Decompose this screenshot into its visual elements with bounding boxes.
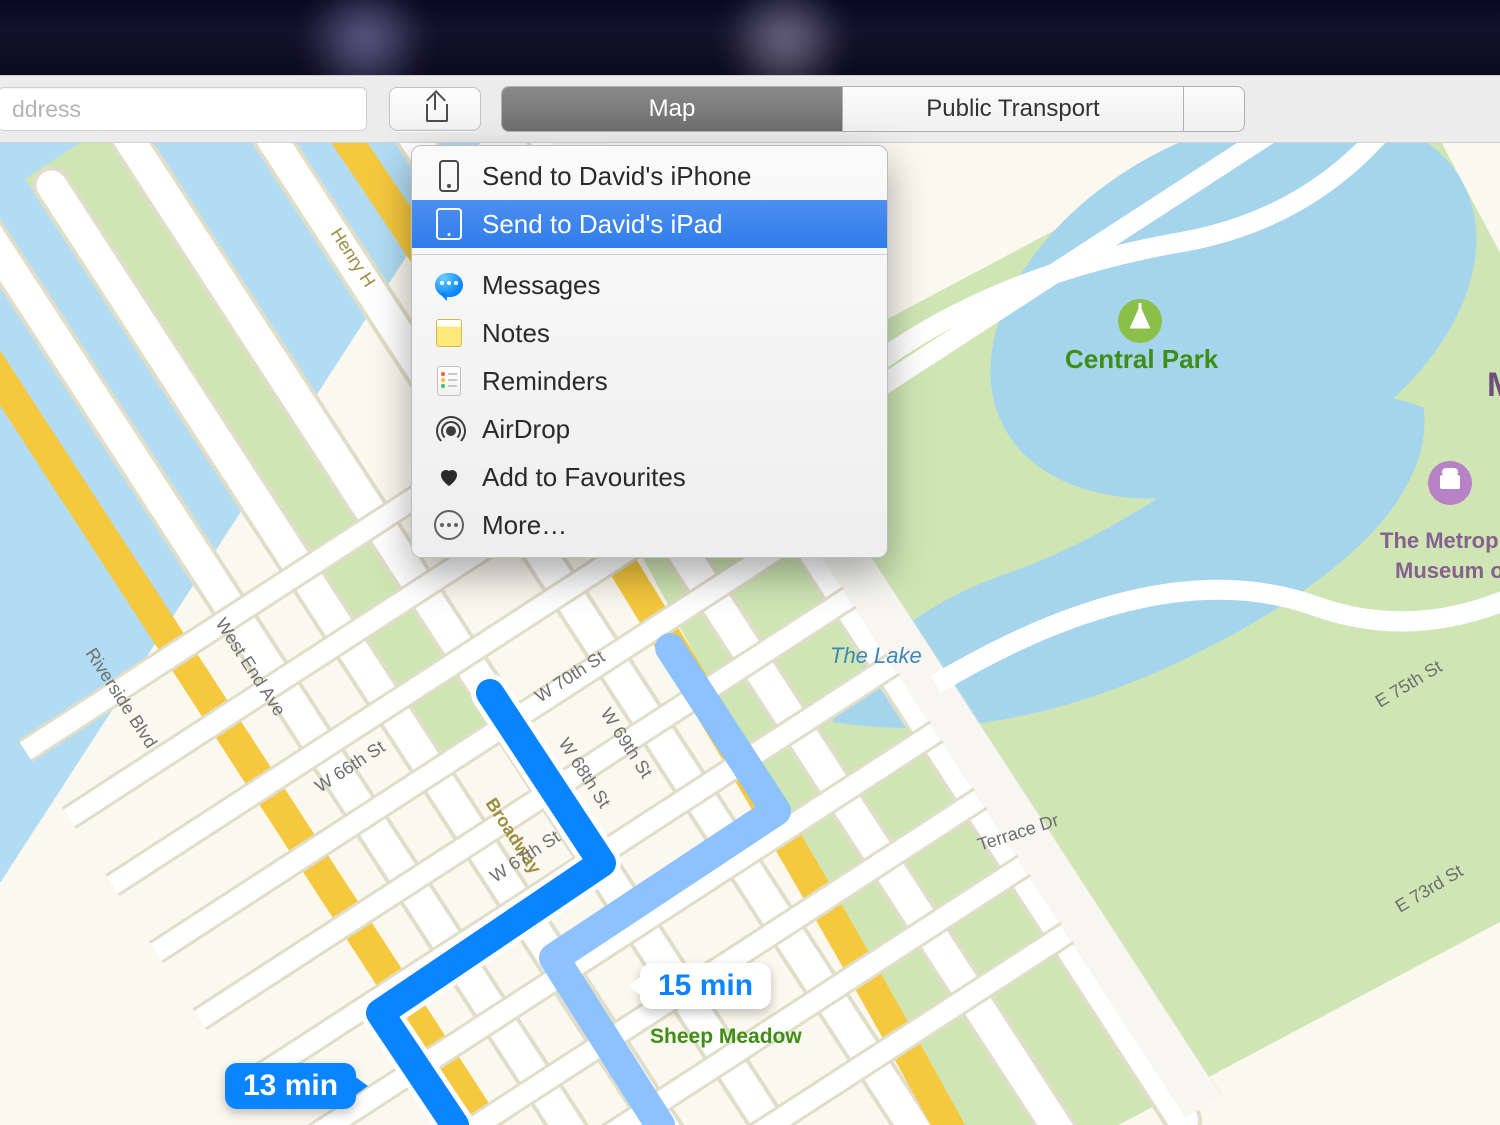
menu-messages[interactable]: Messages — [412, 261, 887, 309]
menu-label: Messages — [482, 270, 601, 301]
page: ddress Map Public Transport — [0, 0, 1500, 1125]
messages-icon — [435, 273, 463, 297]
menu-label: Send to David's iPhone — [482, 161, 751, 192]
menu-label: More… — [482, 510, 567, 541]
label-central-park: Central Park — [1065, 344, 1219, 374]
segment-public-transport[interactable]: Public Transport — [843, 87, 1184, 131]
share-menu: Send to David's iPhone Send to David's i… — [411, 145, 888, 558]
more-icon — [434, 510, 464, 540]
menu-label: Notes — [482, 318, 550, 349]
airdrop-icon — [435, 415, 463, 443]
menu-notes[interactable]: Notes — [412, 309, 887, 357]
label-met-1: The Metrop — [1380, 528, 1499, 553]
menu-separator — [412, 254, 887, 255]
route-time-primary-text: 13 min — [243, 1069, 338, 1102]
segment-extra[interactable] — [1184, 87, 1244, 131]
share-button[interactable] — [389, 87, 481, 131]
menu-send-to-ipad[interactable]: Send to David's iPad — [412, 200, 887, 248]
menu-add-to-favourites[interactable]: Add to Favourites — [412, 453, 887, 501]
share-icon — [424, 96, 446, 122]
menu-more[interactable]: More… — [412, 501, 887, 549]
menu-reminders[interactable]: Reminders — [412, 357, 887, 405]
search-input[interactable]: ddress — [0, 87, 367, 131]
menu-airdrop[interactable]: AirDrop — [412, 405, 887, 453]
notes-icon — [436, 319, 462, 347]
menu-label: Add to Favourites — [482, 462, 686, 493]
route-time-alt[interactable]: 15 min — [640, 963, 771, 1009]
menu-label: Send to David's iPad — [482, 209, 723, 240]
segment-map[interactable]: Map — [502, 87, 843, 131]
label-the-lake: The Lake — [830, 643, 922, 668]
menu-label: AirDrop — [482, 414, 570, 445]
reminders-icon — [437, 366, 461, 396]
label-met-2: Museum o — [1395, 558, 1500, 583]
iphone-icon — [439, 160, 459, 192]
route-time-alt-text: 15 min — [658, 969, 753, 1002]
label-m: M — [1487, 366, 1500, 404]
heart-icon — [436, 465, 462, 489]
menu-label: Reminders — [482, 366, 608, 397]
map-mode-segmented-control: Map Public Transport — [501, 86, 1245, 132]
label-sheep-meadow: Sheep Meadow — [650, 1025, 802, 1048]
menu-send-to-iphone[interactable]: Send to David's iPhone — [412, 152, 887, 200]
desktop-wallpaper-strip — [0, 0, 1500, 75]
ipad-icon — [436, 208, 462, 240]
toolbar: ddress Map Public Transport — [0, 75, 1500, 143]
route-time-primary[interactable]: 13 min — [225, 1063, 356, 1109]
